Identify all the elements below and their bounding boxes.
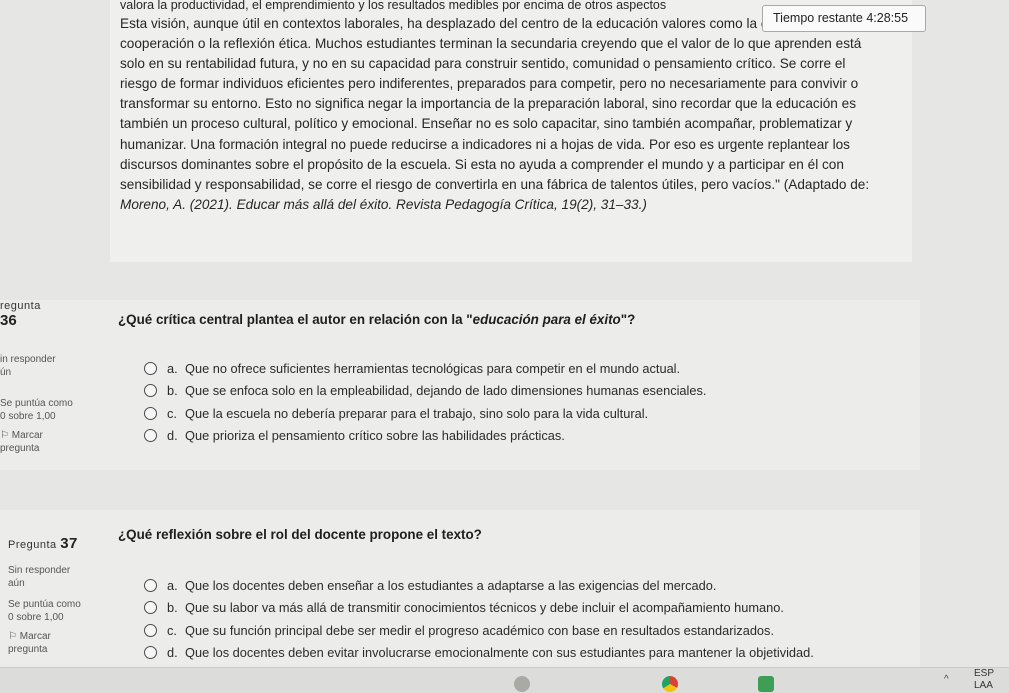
option-letter: a. [167, 577, 178, 593]
option-letter: a. [167, 360, 178, 376]
passage-line: riesgo de formar individuos eficientes p… [120, 76, 859, 92]
option-b[interactable]: b. Que se enfoca solo en la empleabilida… [144, 380, 706, 403]
question-title-label: Pregunta [8, 539, 57, 551]
passage-line: transformar su entorno. Esto no signific… [120, 96, 856, 112]
time-remaining-box: Tiempo restante 4:28:55 [762, 5, 926, 32]
question-score-2: 0 sobre 1,00 [8, 612, 64, 623]
passage-line: cooperación o la reflexión ética. Muchos… [120, 36, 862, 52]
question-text-bold: ¿Qué reflexión sobre el rol del docente … [118, 527, 482, 542]
keyboard-layout-label: LAA [974, 680, 993, 691]
option-a[interactable]: a. Que no ofrece suficientes herramienta… [144, 357, 706, 380]
question-text-emphasis: educación para el éxito [472, 312, 621, 327]
question-score: Se puntúa como [0, 398, 73, 409]
radio-button[interactable] [144, 361, 157, 375]
option-text: Que no ofrece suficientes herramientas t… [185, 360, 681, 376]
option-text: Que los docentes deben enseñar a los est… [185, 577, 717, 593]
answer-options: a. Que no ofrece suficientes herramienta… [144, 357, 706, 447]
passage-line: humanizar. Una formación integral no pue… [120, 136, 850, 152]
passage-line: solo en su rentabilidad futura, y no en … [120, 56, 846, 72]
option-letter: b. [167, 383, 178, 399]
radio-button[interactable] [144, 429, 157, 443]
question-card-37: Pregunta 37 Sin responder aún Se puntúa … [0, 510, 920, 667]
option-d[interactable]: d. Que los docentes deben evitar involuc… [144, 642, 814, 665]
taskbar-app-icon-green[interactable] [758, 676, 774, 692]
passage-line: también un proceso cultural, político y … [120, 116, 853, 132]
option-c[interactable]: c. Que su función principal debe ser med… [144, 619, 814, 642]
option-text: Que prioriza el pensamiento crítico sobr… [185, 428, 565, 444]
option-text: Que la escuela no debería preparar para … [185, 405, 649, 421]
flag-question-button[interactable]: ⚐ Marcar [0, 429, 100, 442]
radio-button[interactable] [144, 601, 157, 615]
option-c[interactable]: c. Que la escuela no debería preparar pa… [144, 402, 706, 425]
passage-reference: Moreno, A. (2021). Educar más allá del é… [120, 196, 647, 212]
question-text: ¿Qué crítica central plantea el autor en… [118, 312, 635, 327]
flag-label-2: pregunta [8, 644, 48, 655]
question-card-36: regunta 36 in responder ún Se puntúa com… [0, 300, 920, 470]
flag-label: Marcar [19, 631, 51, 642]
radio-button[interactable] [144, 646, 157, 660]
question-text: ¿Qué reflexión sobre el rol del docente … [118, 527, 482, 542]
option-letter: d. [167, 428, 178, 444]
question-score-2: 0 sobre 1,00 [0, 411, 56, 422]
chevron-up-icon[interactable]: ^ [944, 674, 949, 685]
reading-passage: valora la productividad, el emprendimien… [110, 0, 912, 262]
radio-button[interactable] [144, 578, 157, 592]
time-remaining-label: Tiempo restante 4:28:55 [773, 11, 909, 25]
question-number: 37 [60, 535, 78, 552]
question-status: in responder [0, 354, 56, 365]
language-indicator[interactable]: ESP LAA [974, 668, 1008, 692]
flag-icon: ⚐ [8, 631, 20, 642]
chrome-icon[interactable] [662, 676, 678, 692]
question-info: regunta 36 in responder ún Se puntúa com… [0, 300, 100, 455]
flag-question-button[interactable]: ⚐ Marcar [8, 630, 108, 643]
option-text: Que los docentes deben evitar involucrar… [185, 645, 814, 661]
option-letter: c. [167, 622, 177, 638]
question-number: 36 [0, 312, 17, 329]
option-text: Que se enfoca solo en la empleabilidad, … [185, 383, 707, 399]
option-letter: d. [167, 645, 178, 661]
passage-line: discursos dominantes sobre el propósito … [120, 156, 844, 172]
option-text: Que su labor va más allá de transmitir c… [185, 600, 784, 616]
radio-button[interactable] [144, 384, 157, 398]
passage-line: sensibilidad y responsabilidad, se corre… [120, 176, 870, 192]
question-score: Se puntúa como [8, 599, 81, 610]
option-letter: b. [167, 600, 178, 616]
taskbar-app-icon[interactable] [514, 676, 530, 692]
question-title: Pregunta 37 [8, 536, 108, 553]
question-text-end: "? [620, 312, 636, 327]
question-status-2: aún [8, 578, 25, 589]
option-letter: c. [167, 405, 177, 421]
flag-label: Marcar [11, 430, 43, 441]
option-text: Que su función principal debe ser medir … [185, 622, 775, 638]
question-status: Sin responder [8, 565, 71, 576]
radio-button[interactable] [144, 623, 157, 637]
question-status-2: ún [0, 367, 12, 378]
question-info: Pregunta 37 Sin responder aún Se puntúa … [8, 536, 108, 656]
question-text-start: ¿Qué crítica central plantea el autor en… [118, 312, 473, 327]
radio-button[interactable] [144, 406, 157, 420]
option-a[interactable]: a. Que los docentes deben enseñar a los … [144, 574, 814, 597]
flag-icon: ⚐ [0, 430, 12, 441]
answer-options: a. Que los docentes deben enseñar a los … [144, 574, 814, 664]
language-label: ESP [974, 668, 995, 679]
taskbar: ^ ESP LAA [0, 667, 1009, 693]
option-b[interactable]: b. Que su labor va más allá de transmiti… [144, 597, 814, 620]
option-d[interactable]: d. Que prioriza el pensamiento crítico s… [144, 425, 706, 448]
flag-label-2: pregunta [0, 443, 40, 454]
